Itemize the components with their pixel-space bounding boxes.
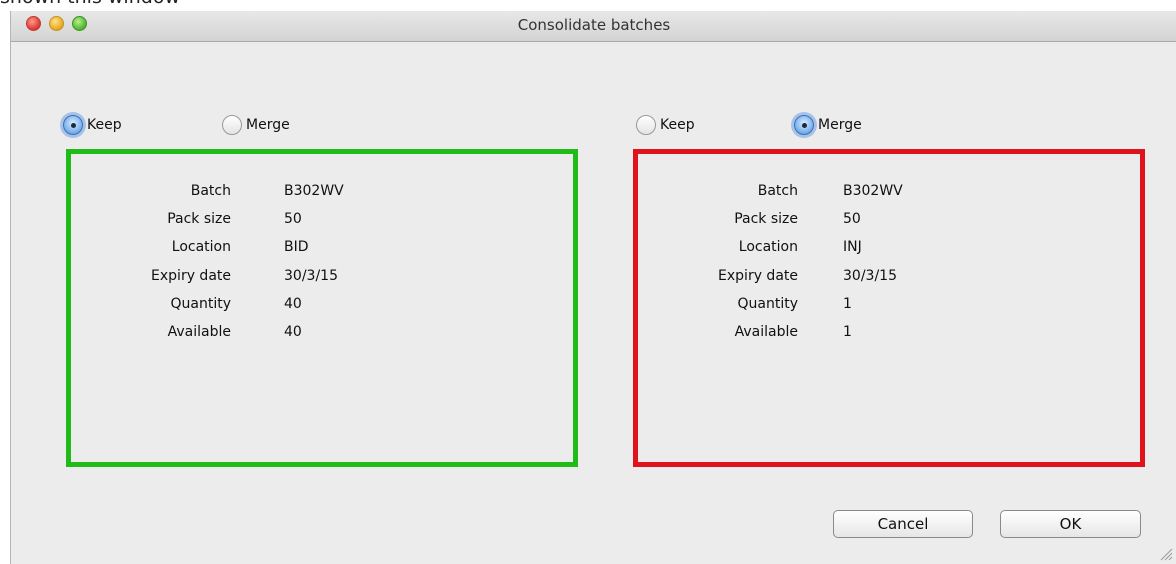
field-value: 30/3/15 xyxy=(843,268,897,284)
consolidate-batches-window: Consolidate batches Keep Merge Keep Merg… xyxy=(10,11,1176,564)
keep-batch-panel: Batch B302WV Pack size 50 Location BID E… xyxy=(66,149,578,467)
field-label: Available xyxy=(734,324,798,340)
ok-button[interactable]: OK xyxy=(1000,510,1141,538)
right-merge-label: Merge xyxy=(818,117,862,133)
field-value: 40 xyxy=(284,296,302,312)
field-label: Location xyxy=(171,239,231,255)
left-merge-option[interactable]: Merge xyxy=(222,115,290,135)
right-keep-label: Keep xyxy=(660,117,695,133)
field-label: Quantity xyxy=(170,296,232,312)
field-label: Expiry date xyxy=(151,268,231,284)
field-value: 50 xyxy=(284,211,302,227)
field-value: 1 xyxy=(843,324,852,340)
right-keep-radio[interactable] xyxy=(636,115,656,135)
field-label: Pack size xyxy=(167,211,231,227)
right-merge-radio[interactable] xyxy=(794,115,814,135)
field-value: INJ xyxy=(843,239,862,255)
field-value: BID xyxy=(284,239,309,255)
field-value: B302WV xyxy=(843,183,903,199)
left-keep-radio[interactable] xyxy=(63,115,83,135)
title-bar[interactable]: Consolidate batches xyxy=(11,11,1176,42)
cancel-button[interactable]: Cancel xyxy=(833,510,973,538)
field-value: 50 xyxy=(843,211,861,227)
left-merge-radio[interactable] xyxy=(222,115,242,135)
field-value: 1 xyxy=(843,296,852,312)
field-label: Available xyxy=(167,324,231,340)
right-merge-option[interactable]: Merge xyxy=(794,115,862,135)
window-title: Consolidate batches xyxy=(517,16,671,34)
field-value: 30/3/15 xyxy=(284,268,338,284)
left-keep-option[interactable]: Keep xyxy=(63,115,122,135)
left-merge-label: Merge xyxy=(246,117,290,133)
field-label: Batch xyxy=(190,183,231,199)
right-keep-option[interactable]: Keep xyxy=(636,115,695,135)
field-label: Expiry date xyxy=(718,268,798,284)
merge-batch-panel: Batch B302WV Pack size 50 Location INJ E… xyxy=(633,149,1145,467)
field-label: Location xyxy=(738,239,798,255)
field-label: Quantity xyxy=(737,296,799,312)
resize-grip-icon[interactable] xyxy=(1159,547,1173,561)
left-keep-label: Keep xyxy=(87,117,122,133)
field-value: 40 xyxy=(284,324,302,340)
field-value: B302WV xyxy=(284,183,344,199)
field-label: Batch xyxy=(757,183,798,199)
field-label: Pack size xyxy=(734,211,798,227)
